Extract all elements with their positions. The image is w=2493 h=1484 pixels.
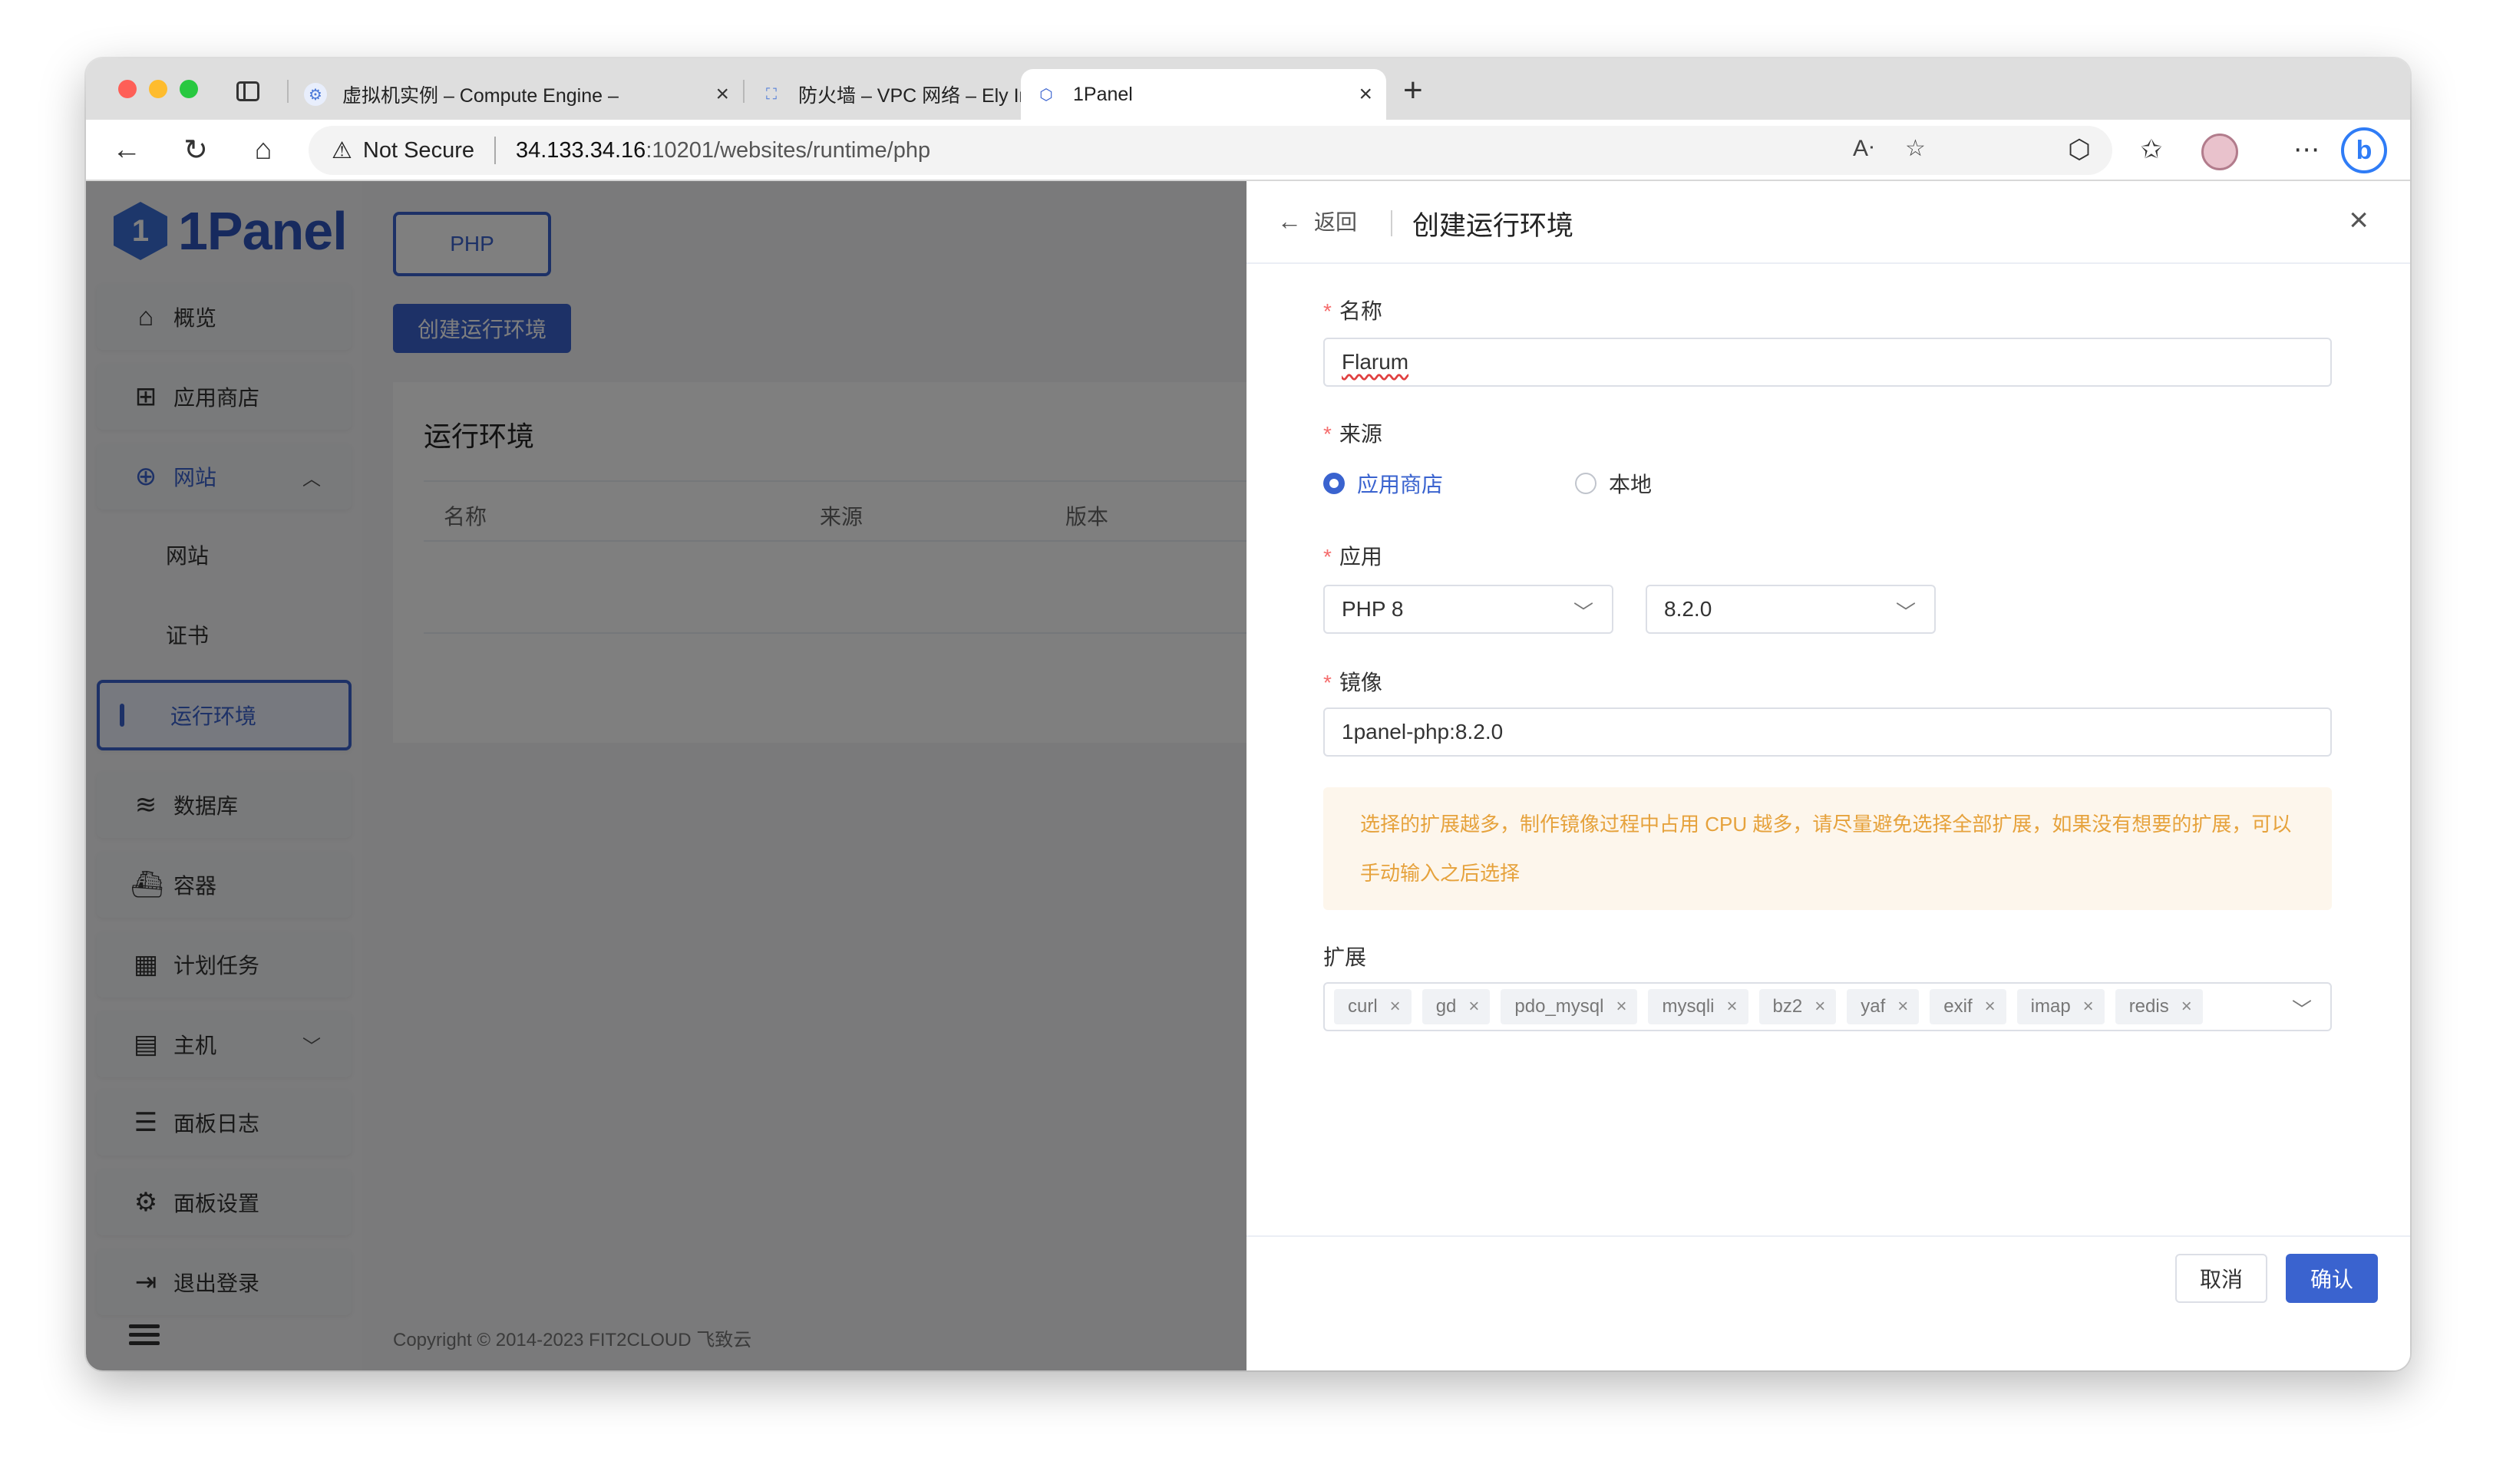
warning-alert: 选择的扩展越多，制作镜像过程中占用 CPU 越多，请尽量避免选择全部扩展，如果没… xyxy=(1323,787,2332,910)
browser-tab-active[interactable]: ⬡ 1Panel × xyxy=(1021,69,1386,120)
security-label: Not Secure xyxy=(362,137,474,163)
tag-close-icon[interactable]: × xyxy=(1897,996,1908,1017)
chevron-down-icon: ﹀ xyxy=(1895,601,1916,624)
add-favorite-icon[interactable]: ☆ xyxy=(1905,135,1926,162)
tag-close-icon[interactable]: × xyxy=(2181,996,2192,1017)
name-field[interactable]: Flarum xyxy=(1323,338,2332,387)
required-mark: * xyxy=(1323,299,1332,323)
warning-icon: ⚠ xyxy=(332,137,352,163)
extension-tag: bz2 × xyxy=(1758,989,1837,1024)
extension-tag: pdo_mysql × xyxy=(1501,989,1638,1024)
back-icon[interactable]: ← xyxy=(107,130,146,169)
app-select[interactable]: PHP 8 ﹀ xyxy=(1323,585,1613,634)
header-divider xyxy=(1391,210,1392,236)
extension-tag: imap × xyxy=(2016,989,2105,1024)
confirm-button[interactable]: 确认 xyxy=(2286,1254,2378,1303)
close-window-button[interactable] xyxy=(118,80,137,98)
tag-close-icon[interactable]: × xyxy=(1390,996,1401,1017)
url-separator xyxy=(494,137,496,164)
tag-close-icon[interactable]: × xyxy=(1727,996,1738,1017)
extension-tag: redis × xyxy=(2115,989,2203,1024)
bing-icon[interactable]: b xyxy=(2341,127,2387,173)
read-aloud-icon[interactable]: Aᐧ xyxy=(1853,135,1874,162)
create-runtime-drawer: ← 返回 创建运行环境 × * 名称 Flarum * 来源 应用商店 本地 * 应用 xyxy=(1246,181,2410,1370)
vpc-network-icon: ⛶ xyxy=(766,85,777,103)
browser-window: ⚙ 虚拟机实例 – Compute Engine – × ⛶ 防火墙 – VPC… xyxy=(86,58,2410,1370)
radio-unchecked-icon xyxy=(1575,473,1597,494)
chevron-down-icon: ﹀ xyxy=(2291,998,2312,1021)
tab-actions-icon[interactable] xyxy=(236,81,259,101)
app-label: * 应用 xyxy=(1323,545,1382,569)
new-tab-icon[interactable]: + xyxy=(1403,74,1423,107)
extension-tag: exif × xyxy=(1930,989,2006,1024)
extensions-icon[interactable]: ⬡ xyxy=(2060,130,2098,169)
tag-close-icon[interactable]: × xyxy=(1985,996,1996,1017)
home-icon[interactable]: ⌂ xyxy=(244,130,282,169)
url-field[interactable]: ⚠ Not Secure 34.133.34.16 :10201/website… xyxy=(309,126,2112,175)
source-radio-app-store[interactable]: 应用商店 xyxy=(1323,468,1443,499)
extensions-select[interactable]: curl × gd × pdo_mysql × mysqli × bz2 × yaf × e… xyxy=(1323,982,2332,1031)
image-label: * 镜像 xyxy=(1323,671,1382,694)
radio-checked-icon xyxy=(1323,473,1345,494)
extension-tag: mysqli × xyxy=(1648,989,1748,1024)
drawer-title: 创建运行环境 xyxy=(1412,211,1574,241)
modal-overlay[interactable] xyxy=(86,181,1246,1370)
arrow-left-icon: ← xyxy=(1277,206,1302,235)
tab-close-icon[interactable]: × xyxy=(715,81,729,107)
image-field[interactable]: 1panel-php:8.2.0 xyxy=(1323,707,2332,757)
back-button[interactable]: ← 返回 xyxy=(1277,206,1357,236)
url-host: 34.133.34.16 xyxy=(515,137,646,163)
favorites-icon[interactable]: ✩ xyxy=(2132,130,2171,169)
required-mark: * xyxy=(1323,422,1332,446)
tab-strip: ⚙ 虚拟机实例 – Compute Engine – × ⛶ 防火墙 – VPC… xyxy=(86,58,2410,120)
name-label: * 名称 xyxy=(1323,299,1382,323)
extension-tag: curl × xyxy=(1334,989,1412,1024)
browser-tab[interactable]: ⚙ 虚拟机实例 – Compute Engine – × xyxy=(290,69,743,120)
chevron-down-icon: ﹀ xyxy=(1573,601,1593,624)
tag-close-icon[interactable]: × xyxy=(1616,996,1626,1017)
reload-icon[interactable]: ↻ xyxy=(177,130,215,169)
drawer-header: ← 返回 创建运行环境 × xyxy=(1246,181,2410,264)
zoom-window-button[interactable] xyxy=(180,80,198,98)
minimize-window-button[interactable] xyxy=(149,80,167,98)
source-radio-local[interactable]: 本地 xyxy=(1575,468,1652,499)
tag-close-icon[interactable]: × xyxy=(1468,996,1479,1017)
source-label: * 来源 xyxy=(1323,422,1382,446)
url-path: :10201/websites/runtime/php xyxy=(646,137,931,163)
tag-close-icon[interactable]: × xyxy=(2083,996,2094,1017)
tab-separator xyxy=(287,80,289,103)
required-mark: * xyxy=(1323,545,1332,569)
extensions-label: 扩展 xyxy=(1323,945,1367,969)
version-select[interactable]: 8.2.0 ﹀ xyxy=(1646,585,1936,634)
1panel-icon: ⬡ xyxy=(1039,86,1053,104)
address-bar: ← ↻ ⌂ ⚠ Not Secure 34.133.34.16 :10201/w… xyxy=(86,120,2410,181)
tab-separator xyxy=(743,80,745,103)
compute-engine-icon: ⚙ xyxy=(304,83,327,106)
extension-tag: yaf × xyxy=(1847,989,1920,1024)
tab-close-icon[interactable]: × xyxy=(1359,81,1372,107)
more-icon[interactable]: ⋯ xyxy=(2287,130,2326,169)
required-mark: * xyxy=(1323,671,1332,694)
cancel-button[interactable]: 取消 xyxy=(2175,1254,2267,1303)
extension-tag: gd × xyxy=(1422,989,1491,1024)
tag-close-icon[interactable]: × xyxy=(1814,996,1825,1017)
close-icon[interactable]: × xyxy=(2349,201,2369,239)
avatar[interactable] xyxy=(2201,134,2238,170)
